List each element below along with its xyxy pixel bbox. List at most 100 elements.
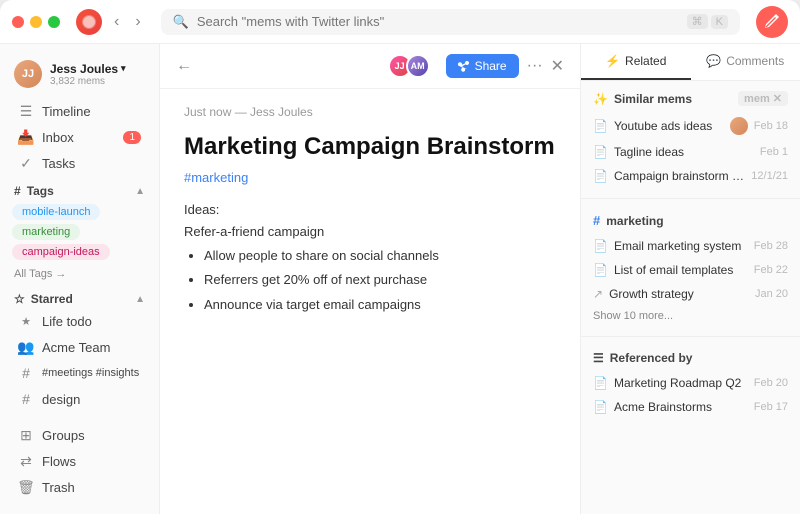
search-icon: 🔍	[173, 14, 189, 30]
hashtag-item-2[interactable]: 📄 List of email templates Feb 22	[593, 258, 788, 282]
mem-badge: mem ✕	[738, 91, 788, 106]
related-icon: ⚡	[605, 54, 620, 68]
tag-marketing[interactable]: marketing	[12, 224, 80, 240]
tags-section-label: # Tags	[14, 184, 54, 198]
doc-icon: 📄	[593, 145, 608, 159]
inbox-badge: 1	[123, 131, 141, 144]
sidebar-item-trash[interactable]: 🗑 Trash	[4, 474, 155, 500]
minimize-traffic-light[interactable]	[30, 16, 42, 28]
doc-icon: 📄	[593, 376, 608, 390]
sidebar-item-label: Inbox	[42, 130, 74, 145]
sidebar-item-inbox[interactable]: 📥 Inbox 1	[4, 124, 155, 150]
sidebar-item-design[interactable]: # design	[4, 386, 155, 412]
search-input[interactable]	[197, 14, 679, 29]
groups-icon: ⊞	[18, 427, 34, 443]
close-traffic-light[interactable]	[12, 16, 24, 28]
similar-item-1[interactable]: 📄 Youtube ads ideas Feb 18	[593, 112, 788, 140]
collaborator-avatar-2: AM	[406, 54, 430, 78]
doc-back-button[interactable]: ←	[176, 57, 192, 75]
doc-collaborators: JJ AM	[388, 54, 430, 78]
doc-content-text[interactable]: Ideas: Refer-a-friend campaign Allow peo…	[184, 199, 556, 315]
traffic-lights	[12, 16, 60, 28]
sidebar-item-label: Life todo	[42, 314, 92, 329]
sidebar-item-label: Timeline	[42, 104, 91, 119]
doc-meta: Just now — Jess Joules	[184, 105, 556, 119]
trash-icon: 🗑	[18, 479, 34, 495]
doc-title[interactable]: Marketing Campaign Brainstorm	[184, 131, 556, 162]
sidebar-item-label: design	[42, 392, 80, 407]
user-info: Jess Joules ▾ 3,832 mems	[50, 62, 126, 87]
maximize-traffic-light[interactable]	[48, 16, 60, 28]
inbox-icon: 📥	[18, 129, 34, 145]
tab-related[interactable]: ⚡ Related	[581, 44, 691, 80]
referenced-by-title: ☰ Referenced by	[593, 351, 788, 365]
doc-body: Just now — Jess Joules Marketing Campaig…	[160, 89, 580, 514]
search-shortcut: ⌘ K	[687, 14, 728, 29]
ref-item-1[interactable]: 📄 Marketing Roadmap Q2 Feb 20	[593, 371, 788, 395]
user-mems: 3,832 mems	[50, 76, 126, 87]
doc-icon: 📄	[593, 400, 608, 414]
panel-divider-2	[581, 336, 800, 337]
search-bar[interactable]: 🔍 ⌘ K	[161, 9, 740, 35]
sidebar-item-meetings-insights[interactable]: # #meetings #insights	[4, 360, 155, 386]
doc-close-button[interactable]: ✕	[551, 56, 564, 76]
chevron-down-icon: ▾	[121, 63, 126, 74]
user-name: Jess Joules ▾	[50, 62, 126, 76]
share-button[interactable]: Share	[446, 54, 519, 78]
hashtag-section: # marketing 📄 Email marketing system Feb…	[581, 203, 800, 332]
doc-tag[interactable]: #marketing	[184, 170, 556, 185]
titlebar: ‹ › 🔍 ⌘ K	[0, 0, 800, 44]
hash-small-icon: #	[18, 365, 34, 381]
doc-more-button[interactable]: ···	[527, 57, 543, 75]
similar-mems-title: ✨ Similar mems mem ✕	[593, 91, 788, 106]
sidebar-item-acme-team[interactable]: 👥 Acme Team	[4, 334, 155, 360]
hash-icon: #	[14, 184, 21, 198]
user-section[interactable]: JJ Jess Joules ▾ 3,832 mems	[0, 52, 159, 98]
sidebar-item-label: #meetings #insights	[42, 367, 139, 379]
starred-section-label: ☆ Starred	[14, 292, 73, 306]
sidebar-item-life-todo[interactable]: ★ Life todo	[4, 308, 155, 334]
forward-button[interactable]: ›	[131, 9, 144, 35]
ref-icon: ☰	[593, 351, 604, 365]
tasks-icon: ✓	[18, 155, 34, 171]
tag-mobile-launch[interactable]: mobile-launch	[12, 204, 100, 220]
people-icon: 👥	[18, 339, 34, 355]
compose-button[interactable]	[756, 6, 788, 38]
sidebar-item-label: Flows	[42, 454, 76, 469]
tag-campaign-ideas[interactable]: campaign-ideas	[12, 244, 110, 260]
starred-chevron: ▲	[135, 294, 145, 305]
bullet-1: Allow people to share on social channels	[204, 245, 556, 267]
sidebar-item-flows[interactable]: ⇄ Flows	[4, 448, 155, 474]
doc-content-area: ← JJ AM Share ··· ✕ Just now — Jess Joul…	[160, 44, 580, 514]
sidebar-item-groups[interactable]: ⊞ Groups	[4, 422, 155, 448]
timeline-icon: ☰	[18, 103, 34, 119]
doc-toolbar: ← JJ AM Share ··· ✕	[160, 44, 580, 89]
hashtag-item-1[interactable]: 📄 Email marketing system Feb 28	[593, 234, 788, 258]
referenced-by-section: ☰ Referenced by 📄 Marketing Roadmap Q2 F…	[581, 341, 800, 425]
similar-item-3[interactable]: 📄 Campaign brainstorm Q4 12/1/21	[593, 164, 788, 188]
tab-comments[interactable]: 💬 Comments	[691, 44, 800, 80]
star-icon: ☆	[14, 292, 25, 306]
sidebar-item-label: Tasks	[42, 156, 75, 171]
similar-mems-section: ✨ Similar mems mem ✕ 📄 Youtube ads ideas…	[581, 81, 800, 194]
starred-section-header[interactable]: ☆ Starred ▲	[0, 284, 159, 308]
hashtag-item-3[interactable]: ↗ Growth strategy Jan 20	[593, 282, 788, 306]
sidebar-item-tasks[interactable]: ✓ Tasks	[4, 150, 155, 176]
show-more-link[interactable]: Show 10 more...	[593, 306, 788, 326]
item-avatar	[730, 117, 748, 135]
tags-section-header[interactable]: # Tags ▲	[0, 176, 159, 200]
similar-item-2[interactable]: 📄 Tagline ideas Feb 1	[593, 140, 788, 164]
tags-list: mobile-launch marketing campaign-ideas	[0, 200, 159, 264]
sidebar-item-timeline[interactable]: ☰ Timeline	[4, 98, 155, 124]
doc-icon: 📄	[593, 119, 608, 133]
ref-item-2[interactable]: 📄 Acme Brainstorms Feb 17	[593, 395, 788, 419]
back-button[interactable]: ‹	[110, 9, 123, 35]
app-logo	[76, 9, 102, 35]
bullet-2: Referrers get 20% off of next purchase	[204, 269, 556, 291]
bullet-3: Announce via target email campaigns	[204, 294, 556, 316]
sidebar: JJ Jess Joules ▾ 3,832 mems ☰ Timeline 📥…	[0, 44, 160, 514]
comments-icon: 💬	[706, 54, 721, 68]
wand-icon: ✨	[593, 92, 608, 106]
all-tags-link[interactable]: All Tags →	[0, 264, 159, 284]
doc-icon: 📄	[593, 239, 608, 253]
